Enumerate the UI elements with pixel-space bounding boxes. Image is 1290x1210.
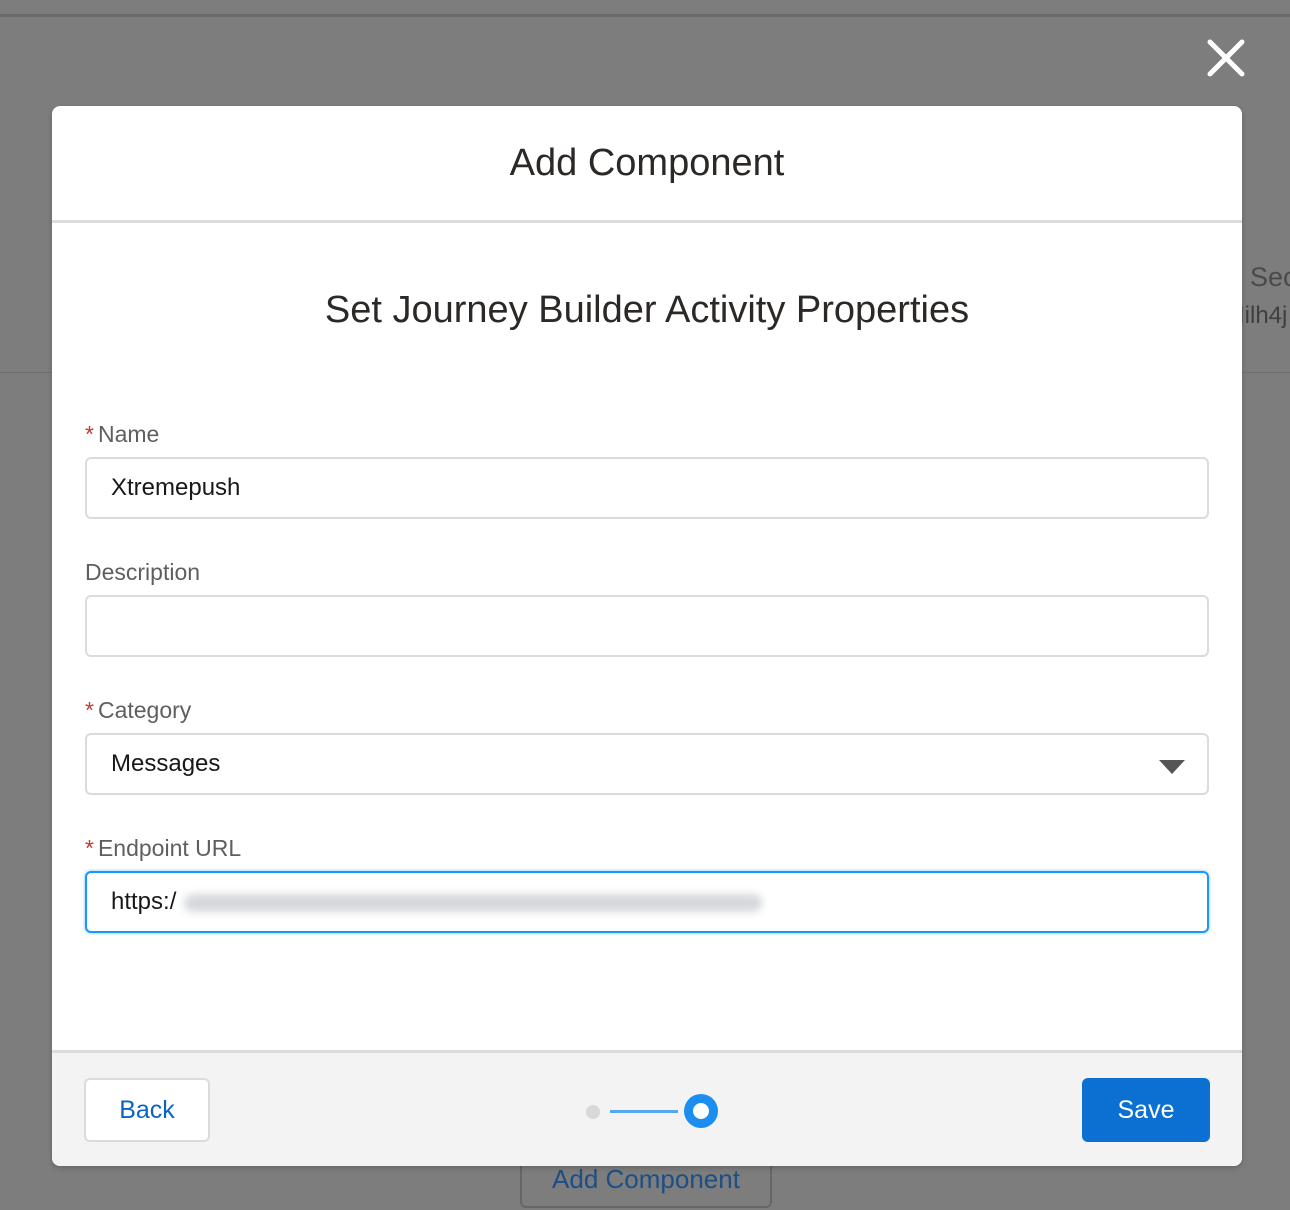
- background-top-border: [0, 14, 1290, 17]
- required-indicator: *: [85, 835, 94, 861]
- chevron-down-icon: [1159, 760, 1185, 774]
- name-input[interactable]: Xtremepush: [85, 457, 1209, 519]
- back-button[interactable]: Back: [84, 1078, 210, 1142]
- save-button[interactable]: Save: [1082, 1078, 1210, 1142]
- endpoint-url-input[interactable]: https:/: [85, 871, 1209, 933]
- redacted-url-text: [184, 893, 763, 912]
- section-title: Set Journey Builder Activity Properties: [324, 289, 970, 331]
- category-select[interactable]: Messages: [85, 733, 1209, 795]
- progress-stepper: [584, 1094, 720, 1128]
- description-field-label: Description: [85, 559, 201, 585]
- required-indicator: *: [85, 697, 94, 723]
- required-indicator: *: [85, 421, 94, 447]
- modal-header: Add Component: [52, 106, 1242, 223]
- category-field-label: * Category: [85, 697, 192, 723]
- close-icon: [1207, 39, 1245, 77]
- background-partial-text: Iilh4j: [1238, 302, 1288, 329]
- endpoint-url-field-label: * Endpoint URL: [85, 835, 242, 861]
- modal-title: Add Component: [509, 141, 785, 184]
- step-indicator-2-current: [684, 1094, 718, 1128]
- step-indicator-1: [586, 1105, 600, 1119]
- background-partial-text: Sec: [1250, 262, 1290, 292]
- modal-footer: Back Save: [52, 1050, 1242, 1166]
- description-input[interactable]: [85, 595, 1209, 657]
- modal-body: Set Journey Builder Activity Properties …: [52, 223, 1242, 1050]
- close-modal-button[interactable]: [1204, 36, 1248, 80]
- name-field-label: * Name: [85, 421, 160, 447]
- step-connector: [610, 1110, 678, 1113]
- add-component-modal: Add Component Set Journey Builder Activi…: [52, 106, 1242, 1166]
